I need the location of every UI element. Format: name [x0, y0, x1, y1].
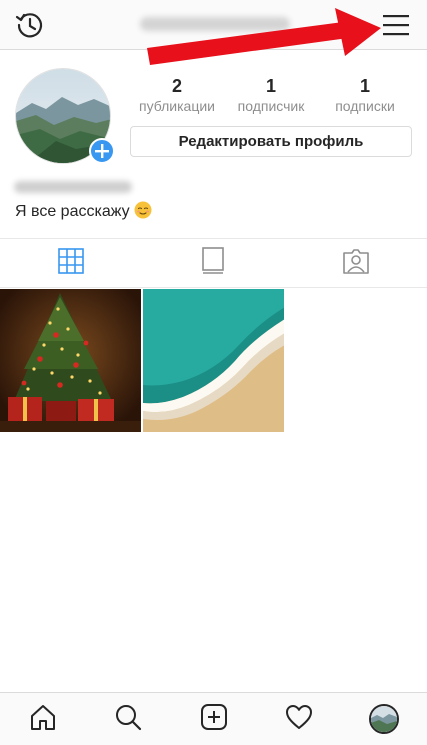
- profile-bio: Я все расскажу: [15, 201, 152, 222]
- menu-icon[interactable]: [381, 11, 411, 39]
- tagged-icon: [342, 247, 370, 280]
- stat-followers[interactable]: 1 подписчик: [224, 76, 318, 116]
- add-post-icon: [200, 703, 228, 736]
- top-bar: [0, 0, 427, 50]
- tab-tagged[interactable]: [285, 239, 427, 287]
- nav-home[interactable]: [0, 693, 85, 745]
- stat-following[interactable]: 1 подписки: [318, 76, 412, 116]
- home-icon: [29, 703, 57, 736]
- bottom-nav: [0, 692, 427, 745]
- stat-following-label: подписки: [335, 98, 395, 114]
- profile-stats: 2 публикации 1 подписчик 1 подписки: [130, 76, 412, 116]
- stat-followers-label: подписчик: [237, 98, 305, 114]
- search-icon: [114, 703, 142, 736]
- posts-grid: [0, 289, 427, 432]
- profile-tabs: [0, 238, 427, 288]
- nav-add-post[interactable]: [171, 693, 256, 745]
- feed-icon: [201, 246, 225, 280]
- stat-following-count: 1: [359, 76, 370, 96]
- stat-followers-count: 1: [265, 76, 276, 96]
- nav-profile[interactable]: [342, 693, 427, 745]
- history-icon[interactable]: [14, 9, 46, 41]
- nav-search[interactable]: [85, 693, 170, 745]
- username-blurred[interactable]: [140, 17, 290, 31]
- full-name-blurred: [14, 181, 132, 193]
- post-christmas-tree[interactable]: [0, 289, 141, 432]
- profile-avatar-small: [369, 704, 400, 734]
- add-story-button[interactable]: [89, 138, 115, 164]
- bio-text: Я все расскажу: [15, 203, 130, 220]
- relieved-face-icon: [134, 201, 152, 219]
- stat-posts[interactable]: 2 публикации: [130, 76, 224, 116]
- heart-icon: [285, 704, 313, 735]
- grid-icon: [58, 247, 84, 279]
- profile-avatar-wrap[interactable]: [15, 68, 115, 166]
- stat-posts-label: публикации: [139, 98, 215, 114]
- stat-posts-count: 2: [171, 76, 182, 96]
- tab-feed[interactable]: [142, 239, 284, 287]
- edit-profile-button[interactable]: Редактировать профиль: [130, 126, 412, 157]
- tab-grid[interactable]: [0, 239, 142, 287]
- post-ocean-beach[interactable]: [143, 289, 284, 432]
- nav-activity[interactable]: [256, 693, 341, 745]
